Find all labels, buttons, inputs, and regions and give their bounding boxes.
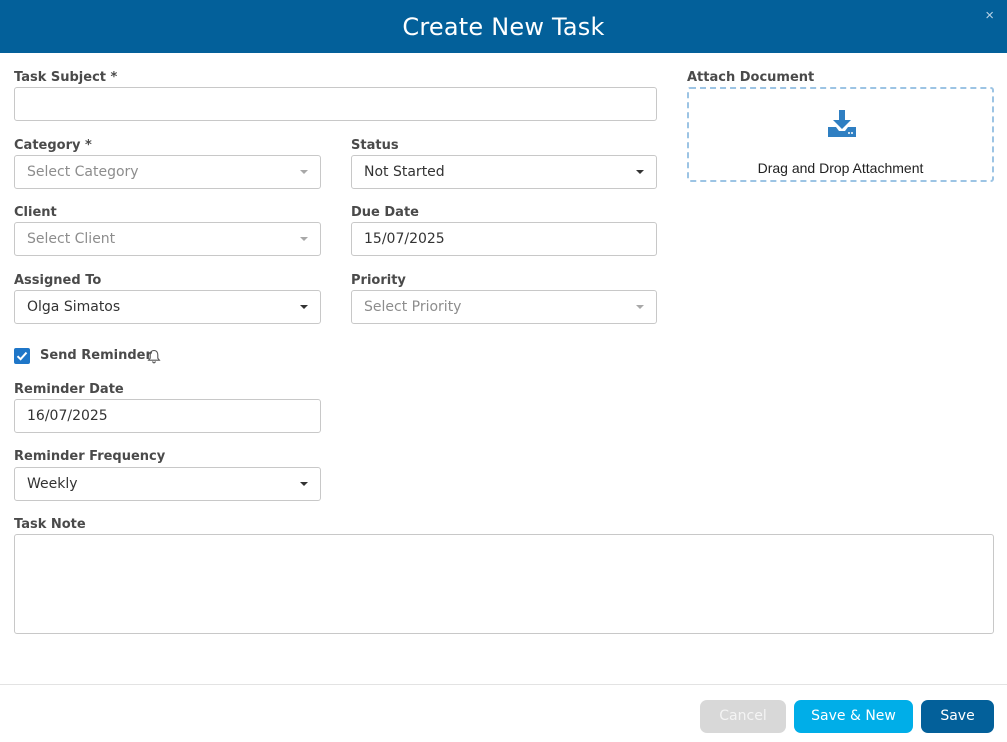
chevron-down-icon xyxy=(300,482,308,486)
close-icon[interactable]: × xyxy=(985,8,994,24)
reminder-frequency-select[interactable]: Weekly xyxy=(14,467,321,501)
task-note-textarea[interactable] xyxy=(14,534,994,634)
assigned-to-value: Olga Simatos xyxy=(27,299,121,315)
dropzone-text: Drag and Drop Attachment xyxy=(757,160,924,176)
reminder-frequency-value: Weekly xyxy=(27,476,78,492)
due-date-input[interactable]: 15/07/2025 xyxy=(351,222,657,256)
chevron-down-icon xyxy=(636,170,644,174)
chevron-down-icon xyxy=(300,305,308,309)
cancel-button[interactable]: Cancel xyxy=(700,700,786,733)
create-task-dialog: Create New Task × Task Subject * Attach … xyxy=(0,0,1007,742)
task-subject-input[interactable] xyxy=(14,87,657,121)
client-select[interactable]: Select Client xyxy=(14,222,321,256)
dialog-title: Create New Task xyxy=(402,13,605,41)
status-value: Not Started xyxy=(364,164,445,180)
save-and-new-button[interactable]: Save & New xyxy=(794,700,913,733)
status-label: Status xyxy=(351,138,399,153)
chevron-down-icon xyxy=(300,237,308,241)
chevron-down-icon xyxy=(300,170,308,174)
priority-label: Priority xyxy=(351,273,406,288)
download-tray-icon xyxy=(828,110,856,137)
due-date-label: Due Date xyxy=(351,205,419,220)
bell-icon xyxy=(147,349,161,364)
reminder-date-input[interactable]: 16/07/2025 xyxy=(14,399,321,433)
client-placeholder: Select Client xyxy=(27,231,116,247)
assigned-to-label: Assigned To xyxy=(14,273,102,288)
status-select[interactable]: Not Started xyxy=(351,155,657,189)
reminder-date-label: Reminder Date xyxy=(14,382,124,397)
category-placeholder: Select Category xyxy=(27,164,139,180)
assigned-to-select[interactable]: Olga Simatos xyxy=(14,290,321,324)
checkmark-icon xyxy=(16,351,28,361)
chevron-down-icon xyxy=(636,305,644,309)
task-note-label: Task Note xyxy=(14,517,86,532)
reminder-frequency-label: Reminder Frequency xyxy=(14,449,166,464)
save-button[interactable]: Save xyxy=(921,700,994,733)
category-label: Category * xyxy=(14,138,92,153)
send-reminder-checkbox[interactable] xyxy=(14,348,30,364)
client-label: Client xyxy=(14,205,57,220)
priority-select[interactable]: Select Priority xyxy=(351,290,657,324)
priority-placeholder: Select Priority xyxy=(364,299,462,315)
footer-divider xyxy=(0,684,1007,685)
attach-document-label: Attach Document xyxy=(687,70,815,85)
send-reminder-label: Send Reminder xyxy=(40,348,152,363)
attachment-dropzone[interactable]: Drag and Drop Attachment xyxy=(687,87,994,182)
category-select[interactable]: Select Category xyxy=(14,155,321,189)
dialog-header: Create New Task × xyxy=(0,0,1007,53)
task-subject-label: Task Subject * xyxy=(14,70,118,85)
